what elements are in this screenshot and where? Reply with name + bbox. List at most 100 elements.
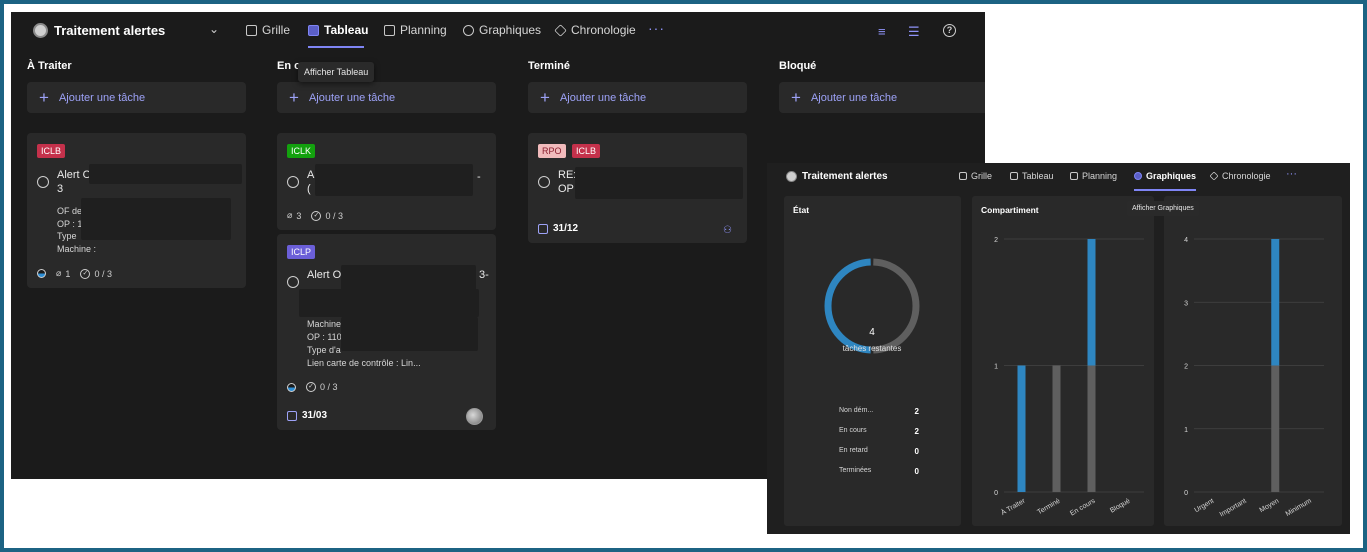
redacted-area bbox=[299, 289, 479, 317]
due-date: 31/12 bbox=[538, 223, 578, 234]
tab-graphiques[interactable]: Graphiques bbox=[1134, 171, 1196, 181]
bar bbox=[1087, 239, 1096, 366]
plan-icon bbox=[786, 171, 797, 182]
filter-icon[interactable]: ≡ bbox=[878, 24, 886, 39]
x-tick-label: Urgent bbox=[1194, 498, 1216, 515]
timeline-icon bbox=[1209, 171, 1219, 181]
add-task-label: Ajouter une tâche bbox=[559, 91, 647, 104]
complete-task-checkbox[interactable] bbox=[287, 176, 299, 188]
tab-label: Chronologie bbox=[571, 23, 636, 37]
stat-value: 2 bbox=[914, 407, 919, 416]
label-badge: ICLB bbox=[572, 144, 601, 158]
priority-panel: 0 1 2 3 4 Urgent Important Moyen Minimum bbox=[1164, 196, 1342, 526]
assignee-avatar[interactable] bbox=[466, 408, 483, 425]
tab-tableau[interactable]: Tableau bbox=[1010, 171, 1054, 181]
label-badge: ICLP bbox=[287, 245, 316, 259]
stat-label: Non dém... bbox=[839, 407, 874, 414]
assign-user-icon[interactable]: ⚇ bbox=[723, 225, 732, 236]
checklist-icon: ✓ bbox=[306, 382, 316, 392]
plan-title: Traitement alertes bbox=[802, 171, 888, 182]
redacted-area bbox=[315, 164, 473, 196]
tab-graphiques[interactable]: Graphiques bbox=[463, 23, 541, 37]
bucket-title: Bloqué bbox=[779, 60, 817, 72]
stat-value: 2 bbox=[914, 427, 919, 436]
task-title-tail: - bbox=[477, 171, 481, 183]
task-card[interactable]: ICLB Alert O 3 OF de OP : 1 Type Machine… bbox=[27, 133, 246, 288]
task-title-tail: 3- bbox=[479, 269, 489, 281]
calendar-icon bbox=[538, 223, 548, 234]
add-task-button[interactable]: + Ajouter une tâche bbox=[779, 82, 985, 113]
add-task-button[interactable]: + Ajouter une tâche bbox=[528, 82, 747, 113]
tab-label: Tableau bbox=[1022, 171, 1054, 181]
add-task-button[interactable]: + Ajouter une tâche bbox=[277, 82, 496, 113]
y-tick-label: 0 bbox=[994, 490, 998, 497]
complete-task-checkbox[interactable] bbox=[538, 176, 550, 188]
tab-label: Graphiques bbox=[479, 23, 542, 37]
label-badge: ICLK bbox=[287, 144, 316, 158]
timeline-icon bbox=[554, 23, 567, 37]
top-bar: Traitement alertes ⌄ Grille Tableau Plan… bbox=[11, 12, 985, 50]
plus-icon: + bbox=[791, 87, 801, 107]
complete-task-checkbox[interactable] bbox=[287, 276, 299, 288]
chart-icon bbox=[1134, 172, 1142, 180]
x-tick-label: En cours bbox=[1069, 497, 1097, 517]
task-title: Alert O bbox=[57, 169, 92, 181]
chevron-down-icon[interactable]: ⌄ bbox=[209, 22, 219, 36]
group-by-icon[interactable]: ☰ bbox=[908, 24, 920, 40]
bar bbox=[1017, 365, 1026, 492]
tab-chronologie[interactable]: Chronologie bbox=[554, 23, 636, 37]
more-options-icon[interactable]: ··· bbox=[648, 20, 665, 36]
x-tick-label: À Traiter bbox=[999, 496, 1027, 517]
tab-planning[interactable]: Planning bbox=[1070, 171, 1117, 181]
plus-icon: + bbox=[540, 87, 550, 107]
remaining-count: 4 bbox=[869, 327, 875, 338]
redacted-area bbox=[575, 167, 743, 199]
desc-line: Machine : bbox=[57, 243, 97, 254]
task-card[interactable]: ICLP Alert O 3- Machine OP : 110 Type d'… bbox=[277, 234, 496, 430]
stat-row: En retard 0 bbox=[839, 447, 919, 456]
due-date: 31/03 bbox=[287, 410, 327, 421]
plus-icon: + bbox=[39, 87, 49, 107]
tab-label: Planning bbox=[1082, 171, 1118, 181]
priority-bar-chart: 0 1 2 3 4 Urgent Important Moyen Minimum bbox=[1184, 237, 1324, 519]
due-date-text: 31/12 bbox=[553, 223, 579, 234]
y-tick-label: 3 bbox=[1184, 300, 1188, 307]
tab-grille[interactable]: Grille bbox=[959, 171, 992, 181]
stat-value: 0 bbox=[914, 447, 919, 456]
desc-line: Lien carte de contrôle : Lin... bbox=[307, 358, 421, 368]
task-title-line2: 3 bbox=[57, 183, 64, 195]
calendar-icon bbox=[1070, 172, 1078, 180]
task-title: Alert O bbox=[307, 269, 342, 281]
active-tab-indicator bbox=[1134, 189, 1196, 191]
task-card[interactable]: ICLK A ( - ⌀ 3 ✓ 0 / 3 bbox=[277, 133, 496, 230]
add-task-label: Ajouter une tâche bbox=[308, 91, 396, 104]
board-icon bbox=[308, 24, 319, 36]
etat-donut-chart bbox=[824, 258, 920, 354]
calendar-icon bbox=[287, 410, 297, 421]
planner-charts-window: Traitement alertes Grille Tableau Planni… bbox=[767, 163, 1350, 534]
plan-icon bbox=[33, 23, 48, 38]
tab-label: Graphiques bbox=[1146, 171, 1197, 181]
task-card[interactable]: RPO ICLB RE: OP 31/12 ⚇ bbox=[528, 133, 747, 243]
x-tick-label: Bloqué bbox=[1109, 498, 1131, 515]
tab-planning[interactable]: Planning bbox=[384, 23, 447, 37]
help-icon[interactable]: ? bbox=[943, 24, 956, 37]
etat-panel: État 4 tâches restantes Non dém... 2 En c… bbox=[784, 196, 961, 526]
grid-icon bbox=[959, 172, 967, 180]
stat-label: En cours bbox=[839, 427, 867, 434]
progress-icon bbox=[37, 269, 46, 278]
tab-tableau[interactable]: Tableau bbox=[308, 23, 368, 37]
y-tick-label: 1 bbox=[1184, 427, 1188, 434]
y-tick-label: 0 bbox=[1184, 490, 1188, 497]
more-options-icon[interactable]: ··· bbox=[1286, 168, 1297, 180]
tab-grille[interactable]: Grille bbox=[246, 23, 290, 37]
complete-task-checkbox[interactable] bbox=[37, 176, 49, 188]
progress-icon bbox=[287, 382, 296, 392]
task-title-line2: ( bbox=[307, 183, 311, 195]
bar bbox=[1052, 365, 1061, 492]
add-task-button[interactable]: + Ajouter une tâche bbox=[27, 82, 246, 113]
bucket-title: En c bbox=[277, 60, 301, 72]
paperclip-icon: ⌀ bbox=[287, 210, 293, 220]
tab-label: Chronologie bbox=[1222, 171, 1271, 181]
tab-chronologie[interactable]: Chronologie bbox=[1209, 171, 1271, 181]
